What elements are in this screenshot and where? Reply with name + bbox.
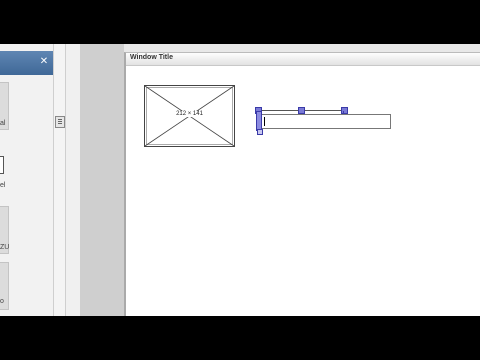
close-icon[interactable]: ✕ xyxy=(38,56,50,68)
editor-workspace: ✕ al el ZU o Window Title 212 × 141 xyxy=(0,44,480,316)
text-field[interactable] xyxy=(258,114,391,129)
panel-divider xyxy=(66,44,81,316)
canvas-margin xyxy=(81,44,124,316)
palette-item-label: ZU xyxy=(0,244,10,251)
component-palette: ✕ al el ZU o xyxy=(0,44,54,316)
selection-handle[interactable] xyxy=(298,107,305,114)
window-titlebar[interactable]: Window Title xyxy=(126,53,480,66)
image-dimensions-label: 212 × 141 xyxy=(175,111,204,117)
canvas-window: Window Title 212 × 141 xyxy=(124,52,480,316)
scroll-thumb[interactable] xyxy=(55,116,65,128)
palette-item-label: el xyxy=(0,182,6,189)
selection-handle[interactable] xyxy=(256,111,262,131)
palette-item-label: o xyxy=(0,298,4,305)
text-caret xyxy=(264,117,265,126)
image-placeholder[interactable]: 212 × 141 xyxy=(144,85,235,147)
palette-header: ✕ xyxy=(0,51,53,75)
palette-scrollbar[interactable] xyxy=(54,44,66,316)
checkbox-tile-icon[interactable] xyxy=(0,156,4,174)
palette-item-label: al xyxy=(0,120,6,127)
window-title: Window Title xyxy=(130,54,173,61)
selection-handle[interactable] xyxy=(257,129,263,135)
